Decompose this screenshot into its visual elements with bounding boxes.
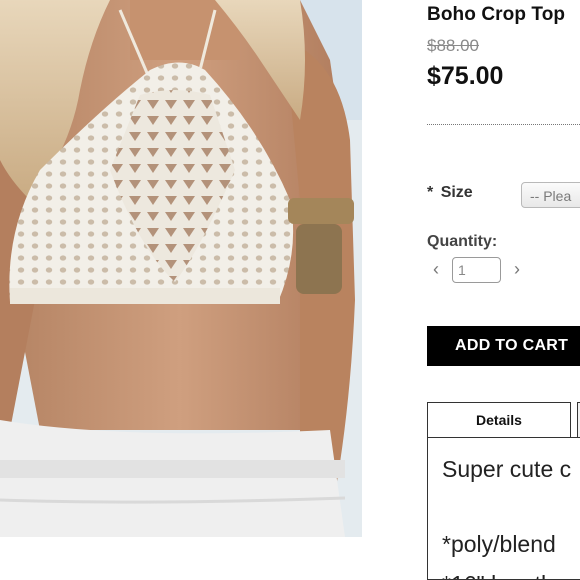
divider: [427, 124, 580, 125]
photo-footer: [0, 537, 362, 580]
product-title: Boho Crop Top: [427, 4, 566, 25]
required-marker: *: [427, 184, 434, 201]
size-select[interactable]: -- Plea: [521, 182, 580, 208]
chevron-left-icon[interactable]: ‹: [428, 258, 444, 280]
chevron-right-icon[interactable]: ›: [509, 258, 525, 280]
tab-details[interactable]: Details: [427, 402, 571, 438]
quantity-label: Quantity:: [427, 233, 498, 250]
size-label-text: Size: [440, 184, 473, 201]
product-info: Boho Crop Top $88.00 $75.00 * Size -- Pl…: [427, 0, 580, 580]
product-photo: [0, 0, 362, 537]
product-photo-illustration: [0, 0, 362, 537]
size-label: * Size: [427, 184, 473, 202]
original-price: $88.00: [427, 36, 479, 55]
quantity-input[interactable]: [452, 257, 501, 283]
description-line: *poly/blend: [442, 531, 556, 557]
description-line: *16" length: [442, 571, 554, 579]
description-line: Super cute c: [442, 456, 572, 482]
add-to-cart-button[interactable]: ADD TO CART: [427, 326, 580, 366]
details-panel: Super cute c *poly/blend *16" length: [427, 437, 580, 580]
sale-price: $75.00: [427, 62, 504, 90]
product-tabs: Details: [427, 402, 580, 438]
